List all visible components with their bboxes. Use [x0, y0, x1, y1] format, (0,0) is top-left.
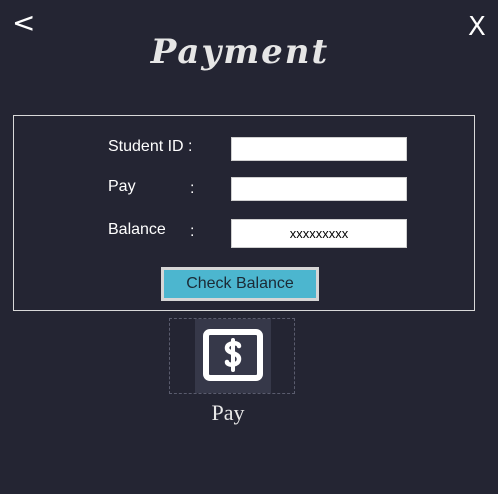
- pay-button-label[interactable]: Pay: [169, 400, 287, 426]
- payment-form: Student ID : Pay : Balance : Check Balan…: [13, 115, 475, 311]
- student-id-label: Student ID :: [108, 138, 193, 155]
- check-balance-button[interactable]: Check Balance: [161, 267, 319, 301]
- student-id-field[interactable]: [231, 137, 407, 161]
- pay-label: Pay: [108, 178, 136, 195]
- balance-label: Balance: [108, 221, 166, 238]
- page-title: Payment: [150, 32, 330, 72]
- balance-field[interactable]: [231, 219, 407, 248]
- balance-colon: :: [190, 223, 195, 240]
- pay-field[interactable]: [231, 177, 407, 201]
- dollar-icon: [203, 329, 263, 381]
- pay-icon-background: [195, 319, 271, 393]
- pay-colon: :: [190, 180, 195, 197]
- pay-button[interactable]: [169, 318, 295, 394]
